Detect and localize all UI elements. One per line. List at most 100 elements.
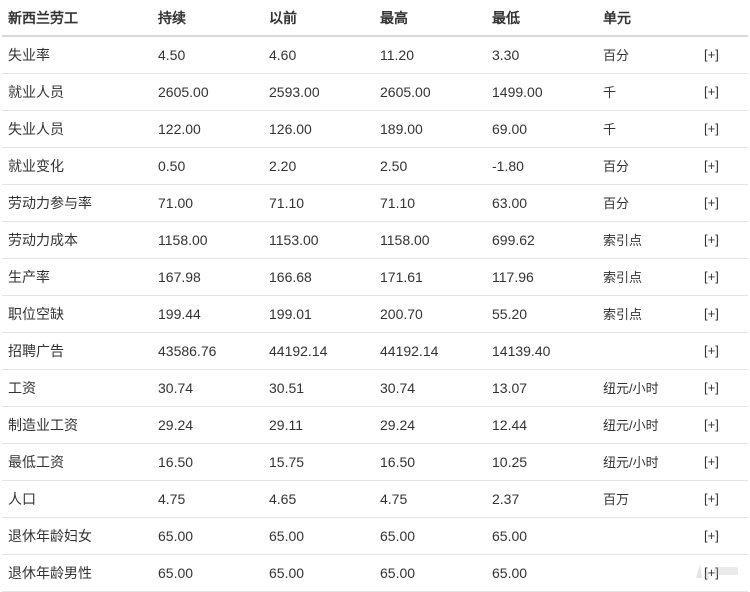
cell-highest: 65.00: [380, 564, 416, 581]
cell-unit: 索引点: [603, 233, 643, 248]
cell-actual: 2605.00: [158, 83, 209, 100]
table-row: 招聘广告 43586.76 44192.14 44192.14 14139.40 [+]: [2, 332, 748, 369]
cell-indicator[interactable]: 失业率: [2, 36, 152, 73]
cell-lowest: 2.37: [492, 490, 520, 507]
cell-previous: 166.68: [269, 268, 312, 285]
cell-indicator[interactable]: 生产率: [2, 258, 152, 295]
cell-lowest: 65.00: [492, 527, 528, 544]
cell-highest: 16.50: [380, 453, 416, 470]
cell-lowest: 13.07: [492, 379, 528, 396]
table-row: 职位空缺 199.44 199.01 200.70 55.20 索引点 [+]: [2, 295, 748, 332]
cell-highest: 171.61: [380, 268, 423, 285]
cell-actual: 4.50: [158, 46, 186, 63]
cell-indicator[interactable]: 就业变化: [2, 147, 152, 184]
cell-highest: 189.00: [380, 120, 423, 137]
cell-previous: 1153.00: [269, 231, 319, 248]
cell-unit: [597, 554, 698, 591]
table-row: 退休年龄妇女 65.00 65.00 65.00 65.00 [+]: [2, 517, 748, 554]
expand-button[interactable]: [+]: [698, 258, 748, 295]
cell-actual: 71.00: [158, 194, 194, 211]
table-row: 失业人员 122.00 126.00 189.00 69.00 千 [+]: [2, 110, 748, 147]
header-highest[interactable]: 最高: [374, 0, 486, 36]
expand-button[interactable]: [+]: [698, 73, 748, 110]
expand-button[interactable]: [+]: [698, 480, 748, 517]
cell-highest: 2605.00: [380, 83, 431, 100]
expand-button[interactable]: [+]: [698, 221, 748, 258]
cell-previous: 4.65: [269, 490, 297, 507]
expand-button[interactable]: [+]: [698, 517, 748, 554]
cell-unit: 千: [603, 122, 617, 137]
cell-actual: 65.00: [158, 527, 194, 544]
cell-previous: 2593.00: [269, 83, 320, 100]
cell-actual: 199.44: [158, 305, 201, 322]
cell-previous: 2.20: [269, 157, 297, 174]
cell-indicator[interactable]: 就业人员: [2, 73, 152, 110]
cell-previous: 65.00: [269, 527, 305, 544]
cell-actual: 30.74: [158, 379, 194, 396]
cell-indicator[interactable]: 失业人员: [2, 110, 152, 147]
cell-indicator[interactable]: 最低工资: [2, 443, 152, 480]
cell-unit: [597, 517, 698, 554]
cell-lowest: 12.44: [492, 416, 528, 433]
expand-button[interactable]: [+]: [698, 332, 748, 369]
cell-indicator[interactable]: 工资: [2, 369, 152, 406]
expand-button[interactable]: [+]: [698, 406, 748, 443]
expand-button[interactable]: [+]: [698, 295, 748, 332]
cell-unit: 百分: [603, 48, 630, 64]
cell-unit: 百分: [603, 196, 630, 211]
cell-unit: 索引点: [603, 270, 643, 285]
table-row: 制造业工资 29.24 29.11 29.24 12.44 纽元/小时 [+]: [2, 406, 748, 443]
expand-button[interactable]: [+]: [698, 110, 748, 147]
cell-lowest: -1.80: [492, 157, 524, 174]
table-row: 劳动力参与率 71.00 71.10 71.10 63.00 百分 [+]: [2, 184, 748, 221]
cell-indicator[interactable]: 招聘广告: [2, 332, 152, 369]
table-row: 退休年龄男性 65.00 65.00 65.00 65.00 [+]: [2, 554, 748, 591]
expand-button[interactable]: [+]: [698, 36, 748, 73]
cell-previous: 65.00: [269, 564, 305, 581]
cell-actual: 29.24: [158, 416, 194, 433]
header-previous[interactable]: 以前: [263, 0, 374, 36]
cell-previous: 29.11: [269, 416, 303, 433]
cell-previous: 126.00: [269, 120, 312, 137]
table-row: 失业率 4.50 4.60 11.20 3.30 百分 [+]: [2, 36, 748, 73]
header-lowest[interactable]: 最低: [486, 0, 597, 36]
cell-indicator[interactable]: 劳动力成本: [2, 221, 152, 258]
cell-highest: 29.24: [380, 416, 416, 433]
cell-highest: 71.10: [380, 194, 416, 211]
logo-watermark-icon: [696, 564, 738, 578]
cell-previous: 71.10: [269, 194, 305, 211]
cell-previous: 15.75: [269, 453, 305, 470]
expand-button[interactable]: [+]: [698, 147, 748, 184]
cell-unit: 纽元/小时: [603, 381, 659, 396]
cell-previous: 44192.14: [269, 342, 328, 359]
header-actual[interactable]: 持续: [152, 0, 263, 36]
expand-button[interactable]: [+]: [698, 443, 748, 480]
table-row: 生产率 167.98 166.68 171.61 117.96 索引点 [+]: [2, 258, 748, 295]
table-row: 劳动力成本 1158.00 1153.00 1158.00 699.62 索引点 [+]: [2, 221, 748, 258]
cell-lowest: 699.62: [492, 231, 535, 248]
cell-highest: 11.20: [380, 46, 414, 63]
cell-indicator[interactable]: 制造业工资: [2, 406, 152, 443]
header-unit[interactable]: 单元: [597, 0, 698, 36]
cell-indicator[interactable]: 职位空缺: [2, 295, 152, 332]
cell-indicator[interactable]: 退休年龄妇女: [2, 517, 152, 554]
cell-previous: 4.60: [269, 46, 297, 63]
cell-indicator[interactable]: 劳动力参与率: [2, 184, 152, 221]
cell-actual: 16.50: [158, 453, 194, 470]
cell-highest: 1158.00: [380, 231, 430, 248]
cell-unit: 纽元/小时: [603, 455, 659, 470]
header-indicator[interactable]: 新西兰劳工: [2, 0, 152, 36]
table-row: 就业变化 0.50 2.20 2.50 -1.80 百分 [+]: [2, 147, 748, 184]
table-row: 人口 4.75 4.65 4.75 2.37 百万 [+]: [2, 480, 748, 517]
expand-button[interactable]: [+]: [698, 184, 748, 221]
cell-actual: 167.98: [158, 268, 201, 285]
cell-indicator[interactable]: 退休年龄男性: [2, 554, 152, 591]
expand-button[interactable]: [+]: [698, 369, 748, 406]
cell-unit: 索引点: [603, 307, 643, 322]
cell-unit: 百万: [603, 492, 630, 507]
cell-previous: 199.01: [269, 305, 312, 322]
table-row: 工资 30.74 30.51 30.74 13.07 纽元/小时 [+]: [2, 369, 748, 406]
cell-lowest: 10.25: [492, 453, 528, 470]
cell-lowest: 65.00: [492, 564, 528, 581]
cell-indicator[interactable]: 人口: [2, 480, 152, 517]
